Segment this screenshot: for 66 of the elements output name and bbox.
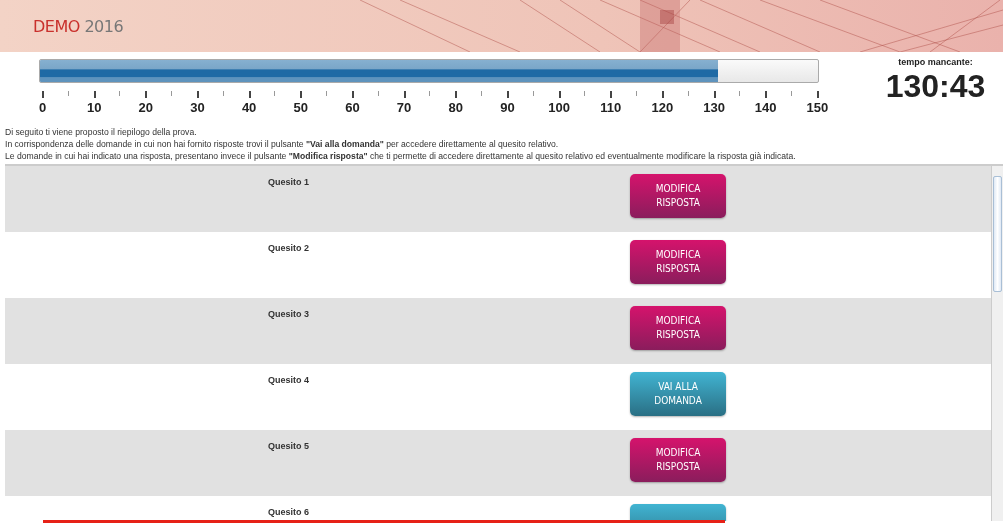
tick-mark	[196, 91, 199, 98]
tick-mark	[816, 91, 819, 98]
tick-mark	[713, 91, 716, 98]
edit-answer-button[interactable]: MODIFICA RISPOSTA	[630, 306, 726, 350]
tick-mark	[171, 91, 173, 96]
tick-mark	[455, 91, 458, 98]
tick-mark	[222, 91, 224, 96]
tick-mark	[791, 91, 792, 96]
scale-label: 130	[703, 100, 725, 115]
scale-label: 90	[500, 100, 515, 115]
tick-mark	[506, 91, 509, 98]
tick-mark	[765, 91, 768, 98]
scale-label: 0	[38, 100, 47, 115]
question-label: Quesito 4	[268, 375, 310, 385]
tick-mark	[93, 91, 96, 98]
scale-label: 120	[651, 100, 674, 115]
question-label: Quesito 3	[268, 309, 310, 319]
tick-mark	[351, 91, 354, 98]
scale-label: 50	[293, 100, 308, 115]
tick-mark	[119, 91, 121, 96]
tick-mark	[661, 91, 664, 98]
tick-mark	[403, 91, 406, 98]
instruction-text: Le domande in cui hai indicato una risposta, presentano invece il pulsante "Modifica risposta" che ti permette di accedere direttamente al quesito relativo ed eventualmente modificare la risposta già indicata.	[5, 150, 797, 162]
scale-label: 80	[448, 100, 463, 115]
scale-label: 150	[806, 100, 829, 115]
tick-mark	[558, 91, 561, 98]
edit-answer-button[interactable]: MODIFICA RISPOSTA	[630, 438, 726, 482]
tick-mark	[274, 91, 276, 96]
question-label: Quesito 1	[268, 177, 310, 187]
tick-mark	[67, 91, 69, 96]
tick-mark	[42, 91, 44, 98]
scale-label: 30	[190, 100, 205, 115]
scale-label: 10	[86, 100, 102, 115]
question-label: Quesito 2	[268, 243, 310, 253]
tick-mark	[532, 91, 534, 96]
brand-name: DEMO	[33, 17, 80, 36]
scale-label: 70	[396, 100, 412, 115]
tick-mark	[610, 91, 613, 98]
question-label: Quesito 6	[268, 507, 310, 517]
timer-value: 130:43	[884, 68, 987, 105]
tick-mark	[377, 91, 379, 96]
scale-label: 60	[345, 100, 360, 115]
tick-mark	[326, 91, 328, 96]
scale-label: 140	[754, 100, 777, 115]
tick-mark	[429, 91, 431, 96]
instruction-text: Di seguito ti viene proposto il riepilogo della prova.	[5, 126, 198, 138]
tick-mark	[739, 91, 741, 96]
go-to-question-button[interactable]: VAI ALLA DOMANDA	[630, 372, 726, 416]
scale-label: 40	[241, 100, 257, 115]
scale-label: 20	[138, 100, 154, 115]
tick-mark	[145, 91, 148, 98]
scrollbar[interactable]	[991, 166, 1003, 521]
tick-mark	[636, 91, 638, 96]
tick-mark	[481, 91, 483, 96]
tick-mark	[687, 91, 689, 96]
scale-label: 100	[548, 100, 570, 115]
brand-year: 2016	[84, 17, 124, 36]
instruction-text: In corrispondenza delle domande in cui non hai fornito risposte trovi il pulsante "Vai alla domanda" per accedere direttamente al quesito relativo.	[5, 138, 560, 150]
edit-answer-button[interactable]: MODIFICA RISPOSTA	[630, 240, 726, 284]
tick-mark	[300, 91, 303, 98]
scale-label: 110	[600, 100, 622, 115]
timer-label: tempo mancante:	[897, 57, 974, 67]
edit-answer-button[interactable]: MODIFICA RISPOSTA	[630, 174, 726, 218]
tick-mark	[584, 91, 586, 96]
tick-mark	[248, 91, 251, 98]
question-label: Quesito 5	[268, 441, 310, 451]
